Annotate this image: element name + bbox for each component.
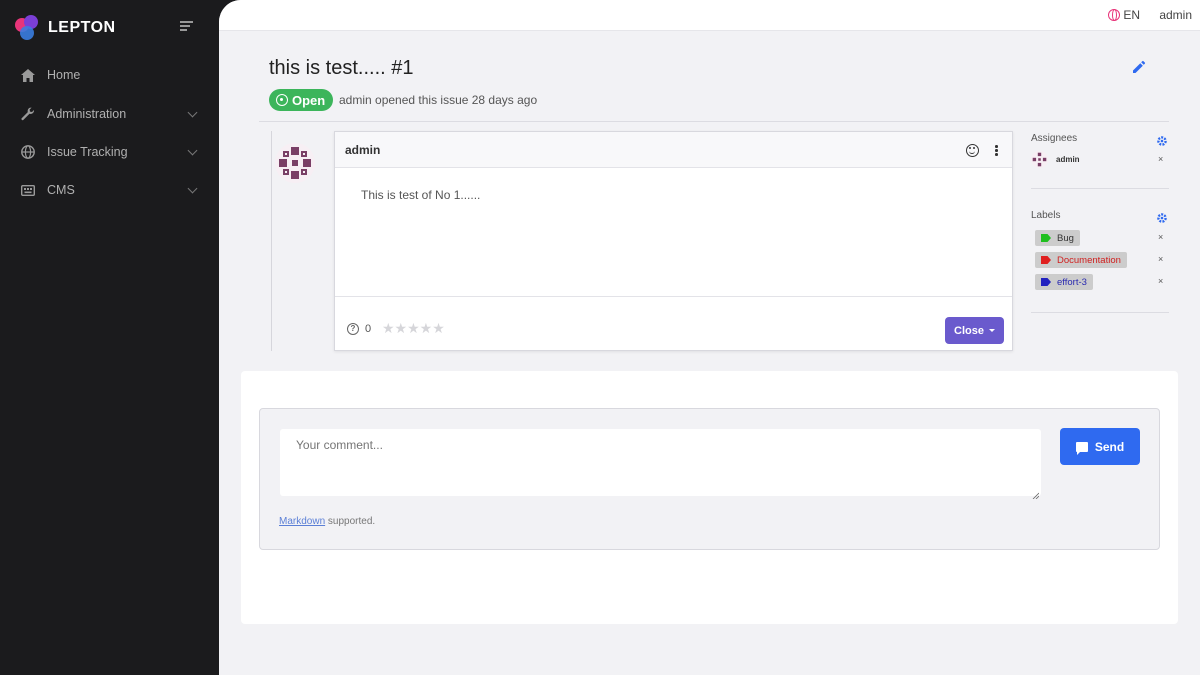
sidebar-item-cms[interactable]: CMS: [0, 172, 219, 208]
sidebar-item-label: Home: [47, 68, 81, 82]
topbar: EN admin: [219, 0, 1200, 31]
chevron-down-icon: [187, 107, 198, 118]
language-label: EN: [1123, 8, 1140, 22]
markdown-note: Markdown supported.: [279, 516, 375, 527]
home-icon: [21, 68, 35, 82]
timeline-line: [271, 131, 272, 351]
assignee-name: admin: [1056, 155, 1080, 164]
sidebar-item-issue-tracking[interactable]: Issue Tracking: [0, 134, 219, 170]
caret-down-icon: [988, 329, 995, 332]
issue-comment-card: admin This is test of No 1...... ? 0 ★★★…: [334, 131, 1013, 351]
labels-title: Labels: [1031, 210, 1061, 221]
page-title: this is test..... #1: [269, 57, 414, 79]
comment-author: admin: [345, 143, 381, 157]
assignees-title: Assignees: [1031, 133, 1078, 144]
remove-assignee-icon[interactable]: ×: [1158, 154, 1163, 164]
vote-count: 0: [365, 323, 372, 335]
send-button-label: Send: [1094, 439, 1125, 454]
assignee-item[interactable]: admin: [1031, 151, 1080, 168]
tag-icon: [1041, 234, 1051, 242]
comment-input[interactable]: [280, 429, 1041, 496]
resize-handle-icon[interactable]: [1032, 486, 1040, 500]
globe-icon: [1108, 9, 1121, 21]
label-name: Documentation: [1057, 254, 1121, 266]
menu-toggle-icon[interactable]: [180, 21, 193, 31]
label-name: effort-3: [1057, 276, 1087, 288]
gear-icon[interactable]: [1156, 211, 1168, 223]
label-chip-documentation[interactable]: Documentation: [1035, 252, 1127, 268]
label-chip-effort-3[interactable]: effort-3: [1035, 274, 1093, 290]
divider: [259, 121, 1169, 122]
divider: [1031, 188, 1169, 189]
tag-icon: [1041, 256, 1051, 264]
edit-icon[interactable]: [1132, 60, 1146, 74]
brand[interactable]: LEPTON: [15, 15, 116, 41]
markdown-note-suffix: supported.: [325, 516, 376, 527]
main-content: EN admin this is test..... #1 Open admin…: [219, 0, 1200, 675]
keyboard-icon: [21, 183, 35, 197]
label-name: Bug: [1057, 232, 1074, 244]
sidebar-item-administration[interactable]: Administration: [0, 96, 219, 132]
comment-header: admin: [335, 132, 1012, 168]
chevron-down-icon: [187, 183, 198, 194]
status-badge: Open: [269, 89, 334, 111]
sidebar-item-label: Issue Tracking: [47, 145, 128, 159]
tag-icon: [1041, 278, 1051, 286]
more-options-icon[interactable]: [995, 145, 998, 157]
sidebar: LEPTON Home Administration Issue Trackin…: [0, 0, 219, 675]
gear-icon[interactable]: [1156, 134, 1168, 146]
language-selector[interactable]: EN: [1108, 8, 1140, 22]
comment-footer: ? 0 ★★★★★ Close: [335, 298, 1012, 350]
star-rating[interactable]: ★★★★★: [382, 320, 445, 337]
open-issue-icon: [276, 94, 288, 106]
wrench-icon: [21, 107, 35, 121]
remove-label-icon[interactable]: ×: [1158, 232, 1163, 242]
status-label: Open: [292, 92, 326, 108]
user-menu[interactable]: admin: [1159, 8, 1192, 22]
sidebar-item-label: Administration: [47, 107, 127, 121]
issue-meta: admin opened this issue 28 days ago: [339, 93, 538, 107]
chevron-down-icon: [187, 145, 198, 156]
comment-form: Send Markdown supported.: [259, 408, 1160, 550]
divider: [1031, 312, 1169, 313]
comment-text: This is test of No 1......: [361, 188, 481, 202]
brand-name: LEPTON: [48, 19, 116, 36]
close-button-label: Close: [954, 324, 984, 337]
sidebar-item-home[interactable]: Home: [0, 57, 219, 93]
globe-icon: [21, 145, 35, 159]
label-chip-bug[interactable]: Bug: [1035, 230, 1080, 246]
comment-body: This is test of No 1......: [335, 168, 1012, 297]
avatar: [275, 143, 315, 183]
send-button[interactable]: Send: [1060, 428, 1140, 465]
remove-label-icon[interactable]: ×: [1158, 276, 1163, 286]
assignee-avatar: [1031, 151, 1048, 168]
sidebar-item-label: CMS: [47, 183, 75, 197]
new-comment-panel: Send Markdown supported.: [241, 371, 1178, 624]
lepton-logo-icon: [15, 15, 39, 41]
remove-label-icon[interactable]: ×: [1158, 254, 1163, 264]
chat-icon: [1075, 441, 1088, 455]
emoji-reaction-icon[interactable]: [966, 144, 979, 157]
close-issue-button[interactable]: Close: [945, 317, 1004, 344]
question-icon[interactable]: ?: [347, 323, 359, 335]
markdown-link[interactable]: Markdown: [279, 516, 325, 527]
